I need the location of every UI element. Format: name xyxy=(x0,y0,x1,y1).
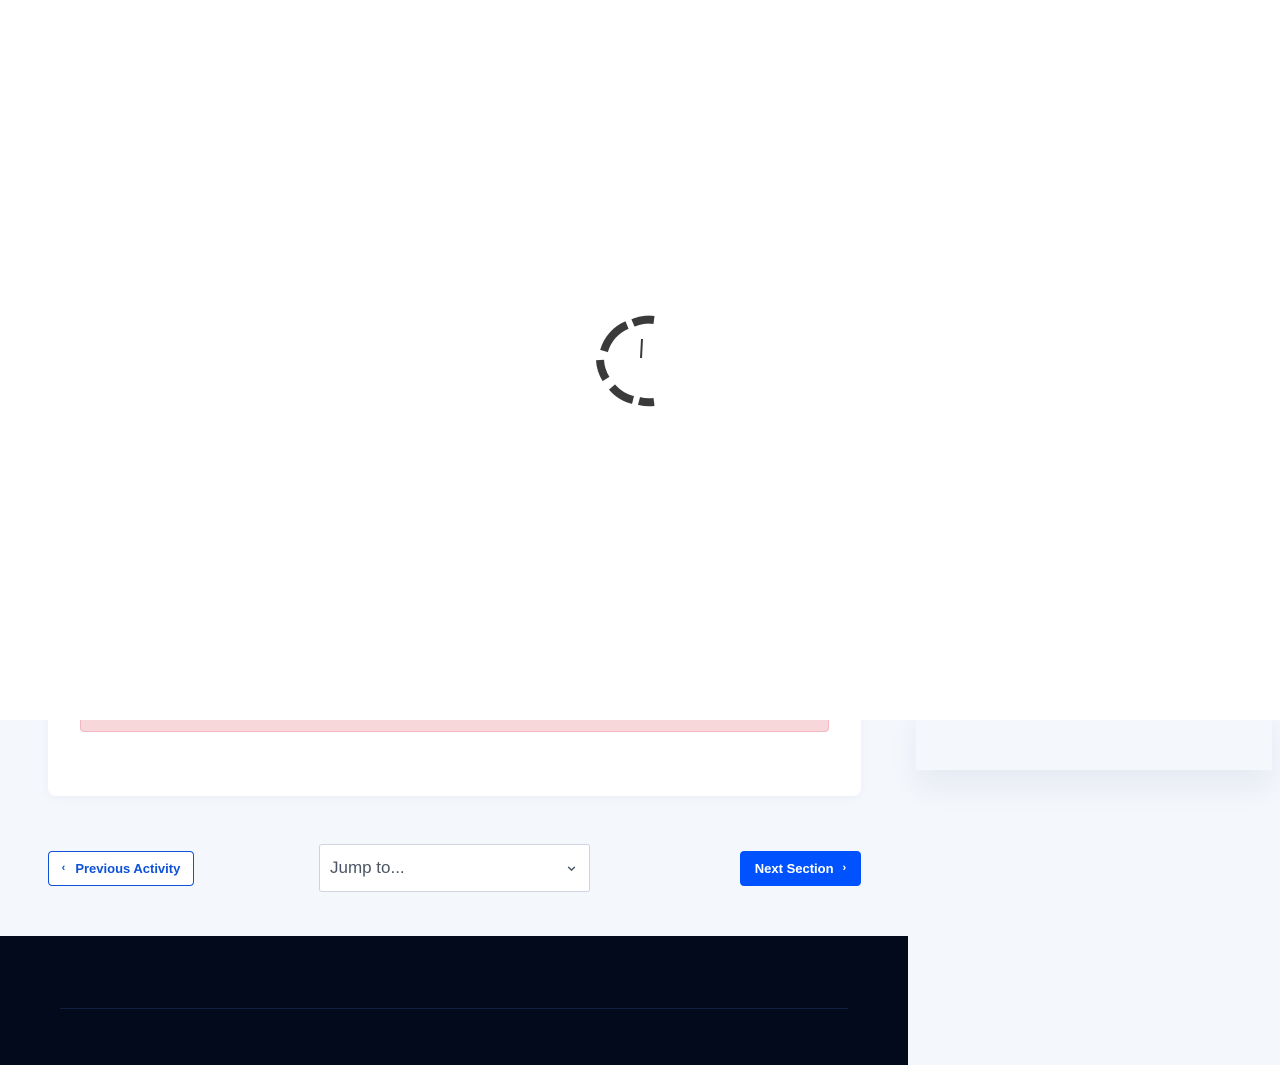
previous-activity-button[interactable]: ‹ Previous Activity xyxy=(48,851,194,886)
chevron-down-icon xyxy=(567,865,576,871)
jump-to-select[interactable]: Jump to... xyxy=(319,844,590,892)
activity-navigation: ‹ Previous Activity Jump to... Next Sect… xyxy=(48,844,861,892)
chevron-left-icon: ‹ xyxy=(61,862,66,874)
loading-spinner-icon xyxy=(596,315,655,407)
chevron-right-icon: › xyxy=(842,862,847,874)
loading-overlay xyxy=(0,0,1280,720)
next-section-button[interactable]: Next Section › xyxy=(740,851,861,886)
page: ‹ Previous Activity Jump to... Next Sect… xyxy=(0,0,1280,1065)
footer-divider xyxy=(60,1008,848,1009)
site-footer xyxy=(0,936,908,1065)
next-section-label: Next Section xyxy=(754,861,834,876)
jump-to-placeholder: Jump to... xyxy=(330,858,405,877)
previous-activity-label: Previous Activity xyxy=(75,861,181,876)
